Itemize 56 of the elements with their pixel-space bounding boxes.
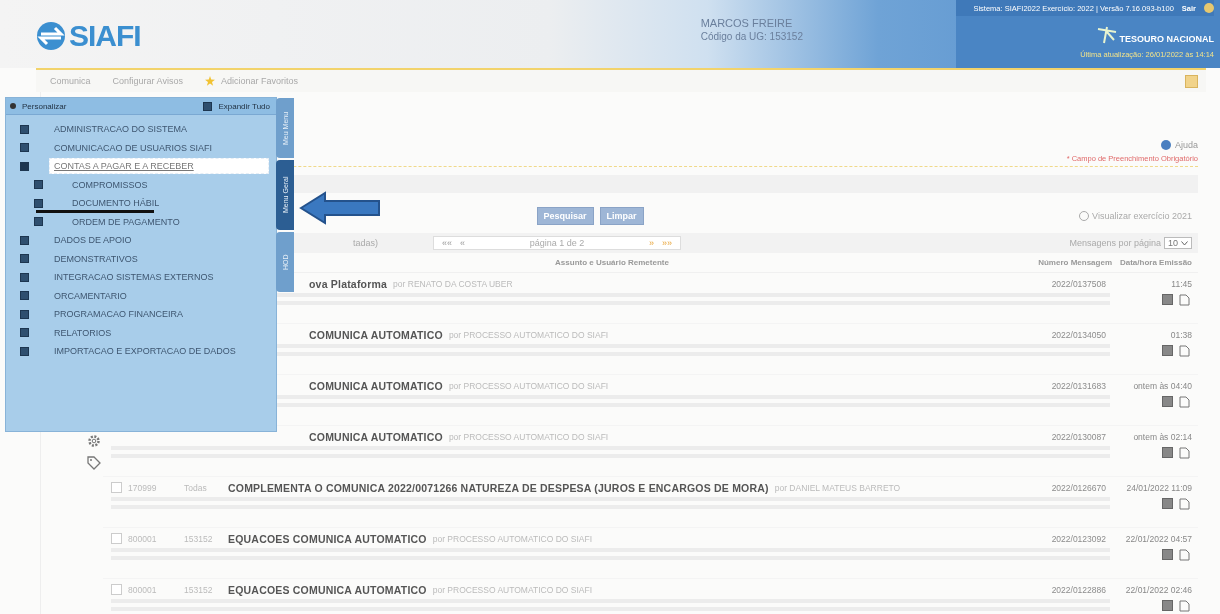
column-header: Número Mensagem <box>1037 258 1112 267</box>
page-indicator: página 1 de 2 <box>528 238 586 248</box>
menu-item[interactable]: ORDEM DE PAGAMENTO <box>67 213 185 230</box>
message-date: ontem às 02:14 <box>1132 431 1193 442</box>
message-date: 22/01/2022 02:46 <box>1124 584 1193 595</box>
message-number: 2022/0126670 <box>1050 482 1106 493</box>
user-name: MARCOS FREIRE <box>700 17 794 30</box>
message-number: 2022/0122886 <box>1050 584 1106 595</box>
message-code: 170999 <box>128 482 158 493</box>
message-number: 2022/0131683 <box>1050 380 1106 391</box>
customize-link[interactable]: Personalizar <box>22 101 67 111</box>
menu-item[interactable]: COMPROMISSOS <box>67 176 153 193</box>
message-title[interactable]: COMPLEMENTA O COMUNICA 2022/0071266 NATUREZA DE DESPESA (JUROS E ENCARGOS DE MORA) <box>228 481 769 494</box>
menu-item[interactable]: PROGRAMACAO FINANCEIRA <box>49 306 188 323</box>
message-date: 01:38 <box>1169 329 1193 340</box>
menu-item[interactable]: ADMINISTRACAO DO SISTEMA <box>49 121 192 138</box>
brand-name: TESOURO NACIONAL <box>1119 34 1214 44</box>
previous-page-button[interactable]: « <box>460 238 466 248</box>
help-link[interactable]: Ajuda <box>1160 140 1198 150</box>
message-ug: 153152 <box>184 533 214 544</box>
message-title[interactable]: COMUNICA AUTOMATICO <box>309 430 443 443</box>
message-ug: Todas <box>184 482 208 493</box>
menu-item[interactable]: DEMONSTRATIVOS <box>49 250 143 267</box>
menu-item[interactable]: IMPORTACAO E EXPORTACAO DE DADOS <box>49 343 241 360</box>
message-ug: 153152 <box>184 584 214 595</box>
message-number: 2022/0123092 <box>1050 533 1106 544</box>
menu-item[interactable]: ORCAMENTARIO <box>49 287 132 304</box>
ug-code: Código da UG: 153152 <box>700 30 803 43</box>
message-number: 2022/0137508 <box>1050 278 1106 289</box>
message-title[interactable]: COMUNICA AUTOMATICO <box>309 328 443 341</box>
column-header: Assunto e Usuário Remetente <box>554 258 670 267</box>
menu-item[interactable]: INTEGRACAO SISTEMAS EXTERNOS <box>49 269 219 286</box>
menu-item[interactable]: CONTAS A PAGAR E A RECEBER <box>49 158 269 175</box>
message-code: 800001 <box>128 584 158 595</box>
message-date: 11:45 <box>1170 278 1193 289</box>
message-date: ontem às 04:40 <box>1132 380 1193 391</box>
message-title[interactable]: EQUACOES COMUNICA AUTOMATICO <box>228 583 427 596</box>
logo-text: SIAFI <box>69 19 141 53</box>
menu-item[interactable]: DADOS DE APOIO <box>49 232 137 249</box>
message-code: 800001 <box>128 533 158 544</box>
message-title[interactable]: EQUACOES COMUNICA AUTOMATICO <box>228 532 427 545</box>
menu-item[interactable]: RELATORIOS <box>49 324 117 341</box>
message-number: 2022/0134050 <box>1050 329 1106 340</box>
column-header: Data/hora Emissão <box>1118 258 1193 267</box>
message-date: 22/01/2022 04:57 <box>1124 533 1193 544</box>
expand-all-link[interactable]: Expandir Tudo <box>218 101 270 111</box>
first-page-button[interactable]: «« <box>442 238 452 248</box>
per-page-select[interactable]: 10 <box>1164 237 1192 249</box>
message-title[interactable]: ova Plataforma <box>309 277 388 290</box>
message-date: 24/01/2022 11:09 <box>1125 482 1193 493</box>
message-title[interactable]: COMUNICA AUTOMATICO <box>309 379 443 392</box>
results-label: tadas) <box>353 238 379 248</box>
menu-item[interactable]: DOCUMENTO HÁBIL <box>67 195 165 212</box>
message-number: 2022/0130087 <box>1050 431 1106 442</box>
menu-item[interactable]: COMUNICACAO DE USUARIOS SIAFI <box>49 139 218 156</box>
per-page-label: Mensagens por página <box>1069 238 1161 248</box>
